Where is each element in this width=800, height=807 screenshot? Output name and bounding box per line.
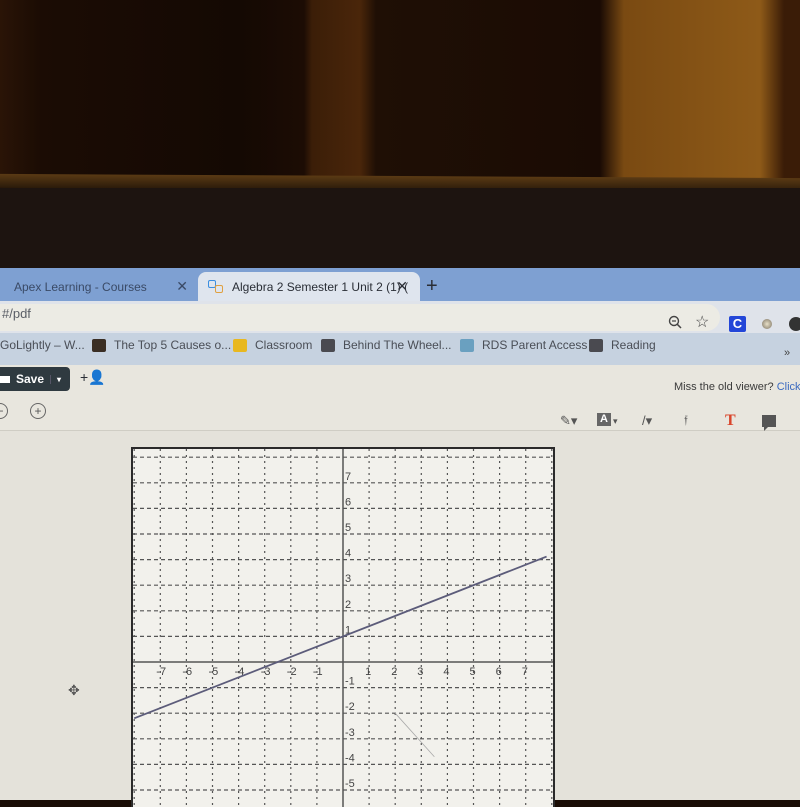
tab-close-icon[interactable]: ✕ <box>396 278 408 295</box>
rds-icon <box>460 338 474 352</box>
classroom-icon <box>233 338 247 352</box>
signature-tool-icon[interactable]: 𝔣 <box>684 413 688 428</box>
tab-label: Algebra 2 Semester 1 Unit 2 (1) ( <box>232 279 409 294</box>
address-bar[interactable] <box>0 304 720 331</box>
url-text[interactable]: #/pdf <box>2 306 31 321</box>
x-tick-label: -2 <box>287 666 297 678</box>
add-user-icon[interactable]: +👤 <box>80 369 106 386</box>
x-tick-label: 4 <box>443 666 449 678</box>
y-tick-label: -3 <box>345 727 355 739</box>
highlighter-tool-icon[interactable]: ✎▾ <box>560 413 577 429</box>
text-box-tool-icon[interactable]: A <box>597 413 611 426</box>
annotation-toolbar <box>0 400 800 431</box>
bookmark-golightly[interactable]: GoLightly – W... <box>0 338 85 352</box>
old-viewer-text: Miss the old viewer? <box>674 381 774 393</box>
extension-dot-icon[interactable] <box>762 319 772 329</box>
y-tick-label: 3 <box>345 573 351 585</box>
apex-logo-icon <box>208 279 224 294</box>
x-tick-label: 2 <box>391 666 397 678</box>
line-tool-icon[interactable]: /▾ <box>642 413 652 429</box>
x-tick-label: -1 <box>313 666 323 678</box>
chevron-down-icon[interactable]: ▾ <box>50 374 61 384</box>
bookmark-top-5-causes[interactable]: The Top 5 Causes o... <box>92 338 231 352</box>
bookmarks-overflow-button[interactable]: » <box>784 347 790 359</box>
x-tick-label: -7 <box>156 666 166 678</box>
coordinate-graph: -7 -6 -5 -4 -3 -2 -1 1 2 3 4 5 6 77654321-1-2-3-4-5 <box>133 449 553 807</box>
y-tick-label: -1 <box>345 676 355 688</box>
bookmark-classroom[interactable]: Classroom <box>233 338 312 352</box>
bookmark-label: Reading <box>611 338 656 352</box>
extension-shield-icon[interactable] <box>789 317 800 331</box>
extension-c-icon[interactable]: C <box>729 316 746 332</box>
tab-algebra-2[interactable]: Algebra 2 Semester 1 Unit 2 (1) ( ✕ <box>198 272 420 301</box>
old-viewer-notice: Miss the old viewer? Click <box>674 381 800 393</box>
text-tool-icon[interactable]: T <box>725 412 736 430</box>
tab-label: Apex Learning - Courses <box>14 279 147 294</box>
monitor-icon <box>0 375 10 383</box>
y-tick-label: 2 <box>345 599 351 611</box>
y-tick-label: 5 <box>345 522 351 534</box>
y-tick-label: 4 <box>345 548 351 560</box>
bookmark-label: Classroom <box>255 338 313 352</box>
zoom-in-button[interactable]: + <box>30 403 46 419</box>
bookmark-label: The Top 5 Causes o... <box>114 338 232 352</box>
bookmark-reading[interactable]: Reading <box>589 338 656 352</box>
tab-apex-learning[interactable]: Apex Learning - Courses ✕ <box>0 272 200 301</box>
zoom-icon[interactable] <box>668 315 682 329</box>
x-tick-label: 3 <box>417 666 423 678</box>
book-icon <box>321 338 335 352</box>
tab-close-icon[interactable]: ✕ <box>176 278 188 295</box>
bookmark-label: Behind The Wheel... <box>343 338 452 352</box>
bookmark-rds-parent-access[interactable]: RDS Parent Access <box>460 338 587 352</box>
stray-mark <box>394 712 435 757</box>
x-tick-label: 6 <box>496 666 502 678</box>
y-tick-label: -5 <box>345 778 355 790</box>
move-cursor-icon: ✥ <box>68 682 80 698</box>
bookmark-label: RDS Parent Access <box>482 338 588 352</box>
save-label: Save <box>16 372 45 386</box>
bookmark-label: GoLightly – W... <box>0 338 85 352</box>
y-tick-label: -2 <box>345 701 355 713</box>
y-tick-label: 6 <box>345 496 351 508</box>
bookmark-behind-the-wheel[interactable]: Behind The Wheel... <box>321 338 452 352</box>
x-tick-label: -6 <box>182 666 192 678</box>
graph-line <box>133 555 547 720</box>
comment-icon[interactable] <box>762 415 776 431</box>
book-icon <box>589 338 603 352</box>
bookmark-star-icon[interactable]: ☆ <box>695 312 709 332</box>
background-photo <box>0 0 800 180</box>
x-tick-label: 7 <box>522 666 528 678</box>
new-tab-button[interactable]: + <box>426 275 438 298</box>
x-tick-label: 1 <box>365 666 371 678</box>
save-button[interactable]: Save ▾ <box>0 367 70 391</box>
y-tick-label: -4 <box>345 752 355 764</box>
x-tick-label: -5 <box>209 666 219 678</box>
text-box-dropdown-icon[interactable]: ▾ <box>613 416 618 427</box>
old-viewer-link[interactable]: Click <box>777 381 800 393</box>
co-icon <box>92 338 106 352</box>
y-tick-label: 7 <box>345 471 351 483</box>
x-tick-label: 5 <box>470 666 476 678</box>
monitor-bezel <box>0 188 800 270</box>
